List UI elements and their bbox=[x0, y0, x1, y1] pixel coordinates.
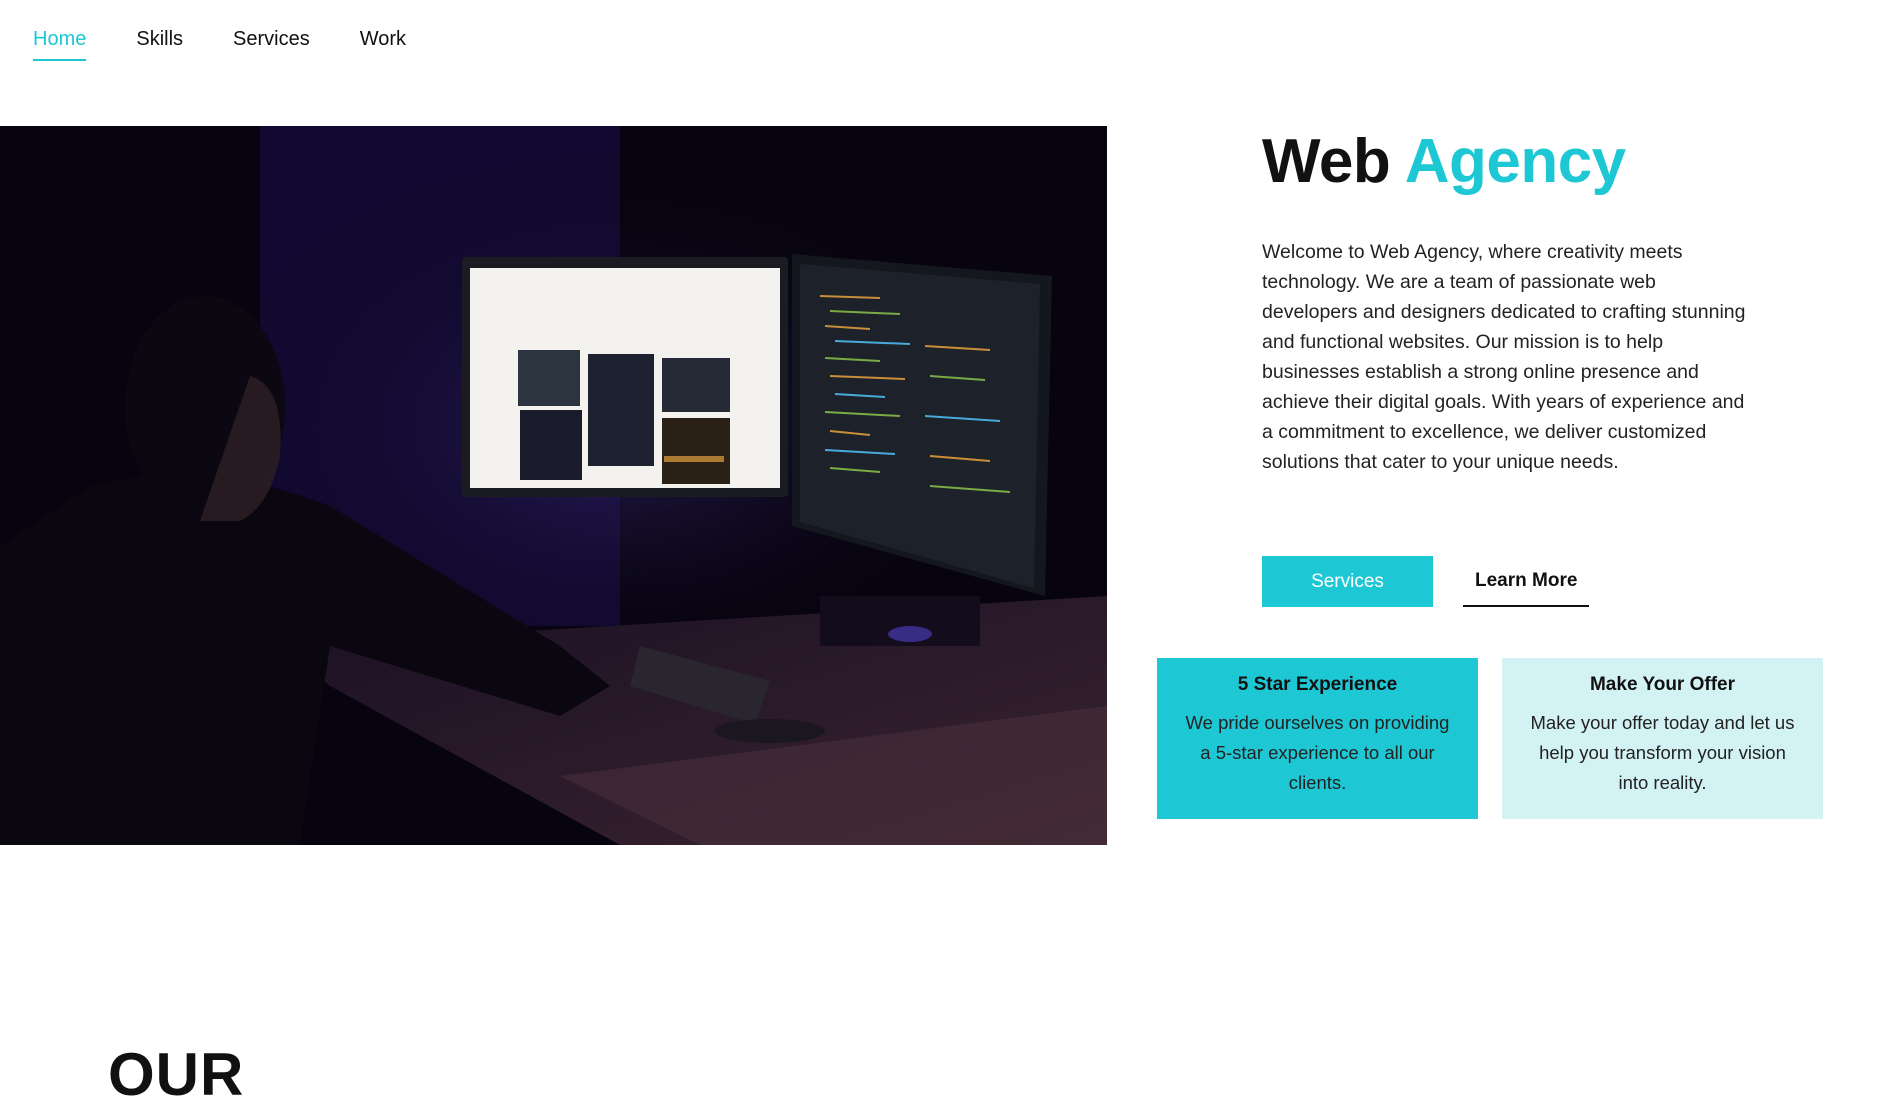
feature-card-experience: 5 Star Experience We pride ourselves on … bbox=[1157, 658, 1478, 819]
card-text: We pride ourselves on providing a 5-star… bbox=[1185, 712, 1450, 793]
page-title: Web Agency bbox=[1262, 126, 1626, 197]
developer-at-desk-illustration bbox=[0, 126, 1107, 845]
section-heading: OUR bbox=[108, 1041, 245, 1108]
learn-more-link[interactable]: Learn More bbox=[1463, 556, 1590, 607]
title-main: Web bbox=[1262, 127, 1391, 196]
card-title: 5 Star Experience bbox=[1237, 674, 1398, 695]
card-title: Make Your Offer bbox=[1589, 674, 1735, 695]
intro-paragraph: Welcome to Web Agency, where creativity … bbox=[1262, 241, 1746, 473]
main-nav: Home Skills Services Work bbox=[33, 28, 456, 61]
card-text: Make your offer today and let us help yo… bbox=[1530, 712, 1795, 793]
title-accent: Agency bbox=[1404, 127, 1626, 196]
nav-item-skills[interactable]: Skills bbox=[136, 28, 183, 61]
services-button[interactable]: Services bbox=[1262, 556, 1433, 607]
nav-item-work[interactable]: Work bbox=[360, 28, 406, 61]
hero-image bbox=[0, 126, 1107, 845]
feature-card-offer: Make Your Offer Make your offer today an… bbox=[1502, 658, 1823, 819]
nav-item-services[interactable]: Services bbox=[233, 28, 310, 61]
nav-item-home[interactable]: Home bbox=[33, 28, 87, 61]
